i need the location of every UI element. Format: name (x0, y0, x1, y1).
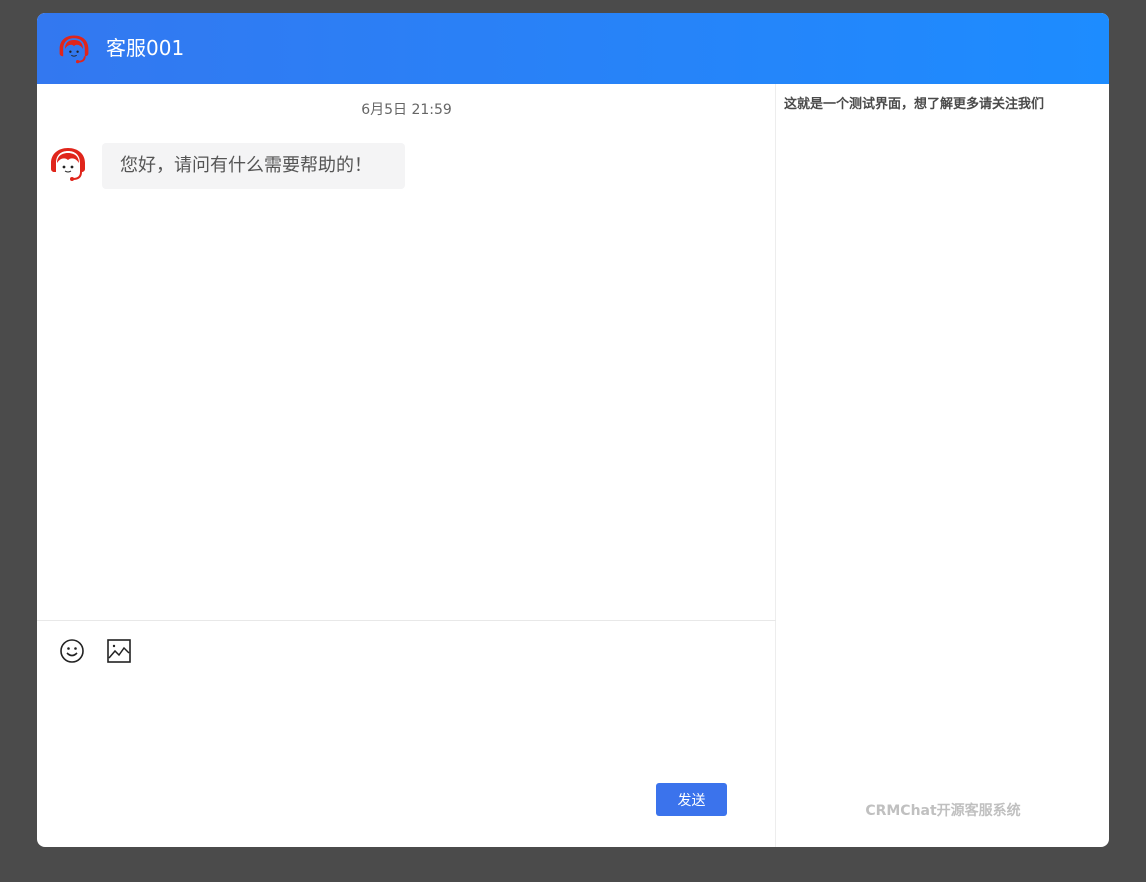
brand-footer: CRMChat开源客服系统 (865, 803, 1021, 819)
message-composer: 发送 (37, 620, 776, 847)
smiley-icon[interactable] (59, 638, 85, 664)
send-button[interactable]: 发送 (656, 783, 727, 816)
chat-pane: 6月5日 21:59 您好，请问有什么需要帮助的！ 发送 (37, 84, 776, 847)
sidebar-notice: 这就是一个测试界面，想了解更多请关注我们 (784, 97, 1045, 112)
agent-avatar-icon (56, 31, 92, 67)
message-timestamp: 6月5日 21:59 (361, 102, 452, 118)
chat-window: 客服001 6月5日 21:59 您好，请问有什么需要帮助的！ 发送 这就是一个… (37, 13, 1109, 847)
agent-name-title: 客服001 (106, 36, 185, 60)
chat-header: 客服001 (37, 13, 1109, 84)
agent-message-bubble: 您好，请问有什么需要帮助的！ (102, 143, 405, 189)
info-sidebar: 这就是一个测试界面，想了解更多请关注我们 CRMChat开源客服系统 (777, 84, 1109, 847)
agent-avatar-icon (48, 144, 88, 184)
image-icon[interactable] (106, 638, 132, 664)
message-input[interactable] (53, 673, 753, 773)
